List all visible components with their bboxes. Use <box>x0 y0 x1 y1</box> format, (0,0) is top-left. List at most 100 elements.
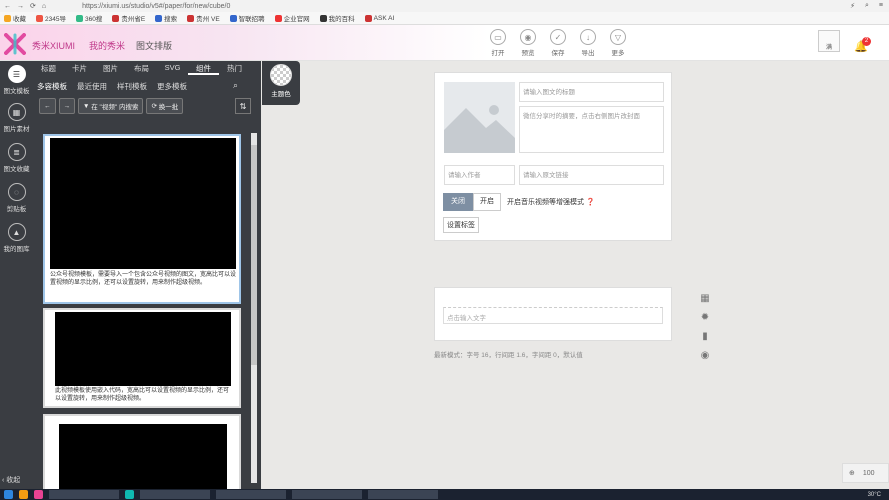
bookmark-item[interactable]: 我的百科 <box>319 13 355 23</box>
preview-button[interactable]: ◉ 预览 <box>514 29 542 57</box>
video-preview <box>55 312 231 386</box>
link-input[interactable]: 请输入原文链接 <box>519 165 664 185</box>
sort-icon: ⇅ <box>239 101 247 111</box>
taskbar-window[interactable] <box>292 490 362 499</box>
rail-item-favorites[interactable]: ≣ 图文收藏 <box>0 143 33 173</box>
bookmark-icon <box>187 14 195 22</box>
theme-color-button[interactable]: 主题色 <box>262 61 300 105</box>
eye-icon[interactable]: ◉ <box>698 350 712 365</box>
panel-scrollbar[interactable] <box>251 133 257 483</box>
tab-card[interactable]: 卡片 <box>64 61 95 75</box>
nav-my-xiumi[interactable]: 我的秀米 <box>89 39 125 52</box>
rail-item-clipboard[interactable]: ◌ 剪贴板 <box>0 183 33 213</box>
video-preview <box>50 138 236 269</box>
forward-icon[interactable]: → <box>17 3 24 10</box>
content-card: 点击输入文字 <box>434 287 672 341</box>
browser-icon[interactable] <box>19 490 28 499</box>
subtab-multi[interactable]: 多容模板 <box>37 81 67 92</box>
content-input[interactable]: 点击输入文字 <box>443 307 663 324</box>
template-card[interactable]: 公众号视频模板，需要导入一个包含公众号视频的图文，宽高比可以设置视频的显示比例，… <box>43 134 241 304</box>
bookmark-item[interactable]: 贵州 VE <box>187 13 220 23</box>
avatar[interactable]: 满 <box>818 30 840 52</box>
arrow-left-icon: ← <box>44 102 51 110</box>
back-icon[interactable]: ← <box>4 3 11 10</box>
taskbar-window[interactable] <box>49 490 119 499</box>
help-icon[interactable]: ❓ <box>586 199 595 206</box>
bookmark-item[interactable]: 贵州省E <box>112 13 145 23</box>
bar-chart-icon[interactable]: ▮ <box>698 331 712 346</box>
filter-button[interactable]: ▼ 在 "视频" 内搜索 <box>78 98 144 114</box>
switch-on-button[interactable]: 开启 <box>473 193 501 211</box>
home-icon[interactable]: ⌂ <box>42 3 46 10</box>
more-button[interactable]: ▽ 更多 <box>604 29 632 57</box>
tab-layout[interactable]: 布局 <box>126 61 157 75</box>
rail-item-templates[interactable]: ☰ 图文模板 <box>0 65 33 95</box>
taskbar-window[interactable] <box>368 490 438 499</box>
save-button[interactable]: ✓ 保存 <box>544 29 572 57</box>
reload-icon[interactable]: ⟳ <box>30 2 36 10</box>
bookmark-item[interactable]: 360搜 <box>75 13 102 23</box>
cover-image[interactable] <box>444 82 515 153</box>
set-tag-button[interactable]: 设置标签 <box>443 217 479 233</box>
template-card[interactable]: 此视频模板使用嵌入代码，宽高比可以设置视频的显示比例，还可以设置旋转，用来制作超… <box>43 308 241 408</box>
gear-icon[interactable]: ✹ <box>698 312 712 327</box>
export-button[interactable]: ↓ 导出 <box>574 29 602 57</box>
tab-hot[interactable]: 热门 <box>219 61 250 75</box>
app-icon[interactable] <box>34 490 43 499</box>
taskbar-window[interactable] <box>216 490 286 499</box>
address-bar[interactable]: https://xiumi.us/studio/v5#/paper/for/ne… <box>82 3 230 10</box>
prev-button[interactable]: ← <box>39 98 56 114</box>
app-icon[interactable] <box>125 490 134 499</box>
folder-icon: ▭ <box>490 29 506 45</box>
search-icon[interactable]: ⌕ <box>233 80 238 91</box>
bookmark-item[interactable]: 搜索 <box>155 13 177 23</box>
bookmark-item[interactable]: ASK AI <box>364 14 394 22</box>
bookmark-item[interactable]: 2345导 <box>36 13 66 23</box>
scrollbar-thumb[interactable] <box>251 145 257 365</box>
windows-icon[interactable] <box>4 490 13 499</box>
extension-icon[interactable]: ⚡ <box>850 2 855 10</box>
menu-icon[interactable]: ≡ <box>879 2 883 10</box>
nav-layout[interactable]: 图文排版 <box>136 39 172 52</box>
bookmark-item[interactable]: 企业官网 <box>274 13 310 23</box>
tab-svg[interactable]: SVG <box>157 61 188 75</box>
tab-image[interactable]: 图片 <box>95 61 126 75</box>
zoom-control[interactable]: ⊕ 100 <box>842 463 889 483</box>
menu-icon: ☰ <box>7 65 26 83</box>
star-icon <box>4 14 11 22</box>
title-input[interactable]: 请输入图文的标题 <box>519 82 664 102</box>
mountain-icon: ▲ <box>7 223 26 241</box>
subtab-sample[interactable]: 样刊模板 <box>117 81 147 92</box>
template-caption: 公众号视频模板，需要导入一个包含公众号视频的图文，宽高比可以设置视频的显示比例，… <box>50 272 237 286</box>
search-icon[interactable]: ⌕ <box>865 2 869 10</box>
author-input[interactable]: 请输入作者 <box>444 165 515 185</box>
subtab-recent[interactable]: 最近使用 <box>77 81 107 92</box>
sort-button[interactable]: ⇅ <box>235 98 251 114</box>
image-icon: ▦ <box>7 103 26 121</box>
open-button[interactable]: ▭ 打开 <box>484 29 512 57</box>
rail-item-gallery[interactable]: ▲ 我的图库 <box>0 223 33 253</box>
clipboard-icon: ◌ <box>7 183 26 201</box>
article-settings-card: 请输入图文的标题 微信分享时的摘要，点击右侧图片改封面 请输入作者 请输入原文链… <box>434 72 672 241</box>
switch-off-button[interactable]: 关闭 <box>443 193 473 211</box>
swap-button[interactable]: ⟳ 换一批 <box>146 98 184 114</box>
bookmark-item[interactable]: 收藏 <box>4 13 26 23</box>
collapse-button[interactable]: ‹ 收起 <box>2 475 20 485</box>
brand-name[interactable]: 秀米XIUMI <box>32 39 75 52</box>
rail-item-images[interactable]: ▦ 图片素材 <box>0 103 33 133</box>
next-button[interactable]: → <box>58 98 75 114</box>
bookmark-item[interactable]: 智联招聘 <box>229 13 265 23</box>
taskbar-window[interactable] <box>140 490 210 499</box>
bookmark-icon <box>364 14 372 22</box>
grid-icon[interactable]: ▦ <box>698 293 712 308</box>
zoom-icon[interactable]: ⊕ <box>849 469 855 477</box>
xiumi-logo-icon[interactable] <box>4 33 26 55</box>
subtab-more[interactable]: 更多模板 <box>157 81 187 92</box>
summary-input[interactable]: 微信分享时的摘要，点击右侧图片改封面 <box>519 106 664 153</box>
template-card[interactable] <box>43 414 241 489</box>
theme-swatch-icon <box>270 64 292 86</box>
category-tabs: 标题 卡片 图片 布局 SVG 组件 热门 <box>33 61 261 75</box>
tab-component[interactable]: 组件 <box>188 61 219 75</box>
bookmark-icon <box>75 14 83 22</box>
tab-title[interactable]: 标题 <box>33 61 64 75</box>
